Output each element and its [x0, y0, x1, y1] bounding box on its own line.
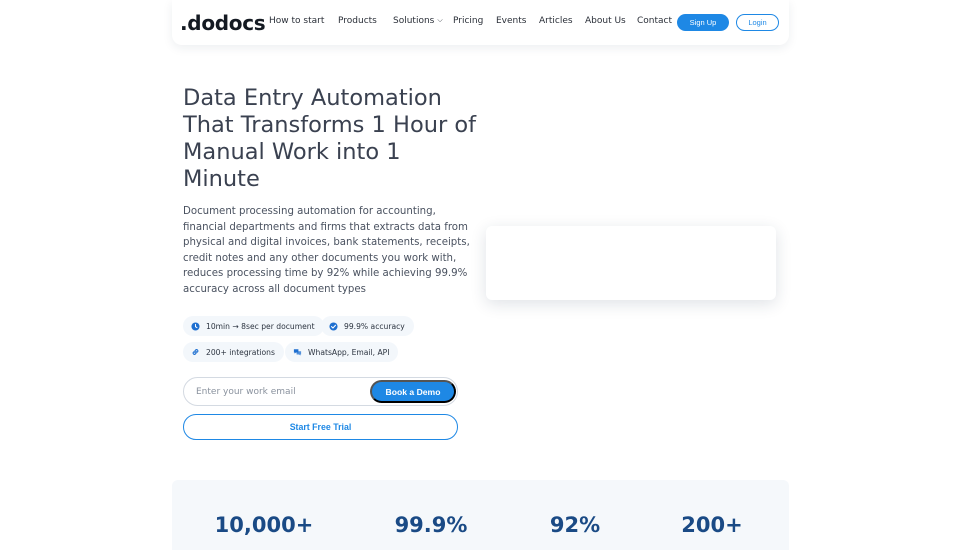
link-icon: [191, 348, 200, 357]
email-form: Book a Demo: [183, 377, 458, 406]
start-free-trial-button[interactable]: Start Free Trial: [183, 414, 458, 440]
stat-value: 92%: [549, 513, 601, 537]
book-demo-button[interactable]: Book a Demo: [370, 380, 456, 403]
nav-products[interactable]: Products: [338, 16, 377, 26]
signup-button[interactable]: Sign Up: [677, 14, 729, 31]
feature-chip-speed: 10min → 8sec per document: [183, 316, 324, 336]
chip-label: 10min → 8sec per document: [206, 321, 315, 331]
top-navbar: .dodocs How to start Products Solutions ⌵…: [172, 0, 789, 45]
email-input[interactable]: [196, 384, 366, 400]
nav-solutions-label: Solutions: [393, 16, 435, 26]
logo[interactable]: .dodocs: [180, 11, 266, 35]
stat-value: 99.9%: [394, 513, 468, 537]
nav-events[interactable]: Events: [496, 16, 526, 26]
login-button[interactable]: Login: [736, 14, 779, 31]
hero-description: Document processing automation for accou…: [183, 206, 470, 295]
feature-chip-accuracy: 99.9% accuracy: [321, 316, 414, 336]
stat-value: 10,000+: [214, 513, 314, 537]
chevron-down-icon: ⌵: [437, 16, 443, 24]
nav-articles[interactable]: Articles: [539, 16, 573, 26]
nav-solutions[interactable]: Solutions ⌵: [393, 16, 443, 26]
feature-chip-integrations: 200+ integrations: [183, 342, 284, 362]
feature-chip-channels: WhatsApp, Email, API: [285, 342, 399, 362]
media-card: [486, 226, 776, 300]
nav-pricing[interactable]: Pricing: [453, 16, 483, 26]
nav-about-us[interactable]: About Us: [585, 16, 626, 26]
chat-icon: [293, 348, 302, 357]
nav-how-to-start[interactable]: How to start: [269, 16, 324, 26]
check-circle-icon: [329, 321, 338, 331]
nav-contact[interactable]: Contact: [637, 16, 672, 26]
stat-value: 200+: [681, 513, 743, 537]
chip-label: 99.9% accuracy: [344, 321, 405, 331]
chip-label: WhatsApp, Email, API: [308, 347, 390, 357]
clock-icon: [191, 321, 200, 331]
chip-label: 200+ integrations: [206, 347, 275, 357]
hero-title: Data Entry Automation That Transforms 1 …: [183, 85, 477, 192]
